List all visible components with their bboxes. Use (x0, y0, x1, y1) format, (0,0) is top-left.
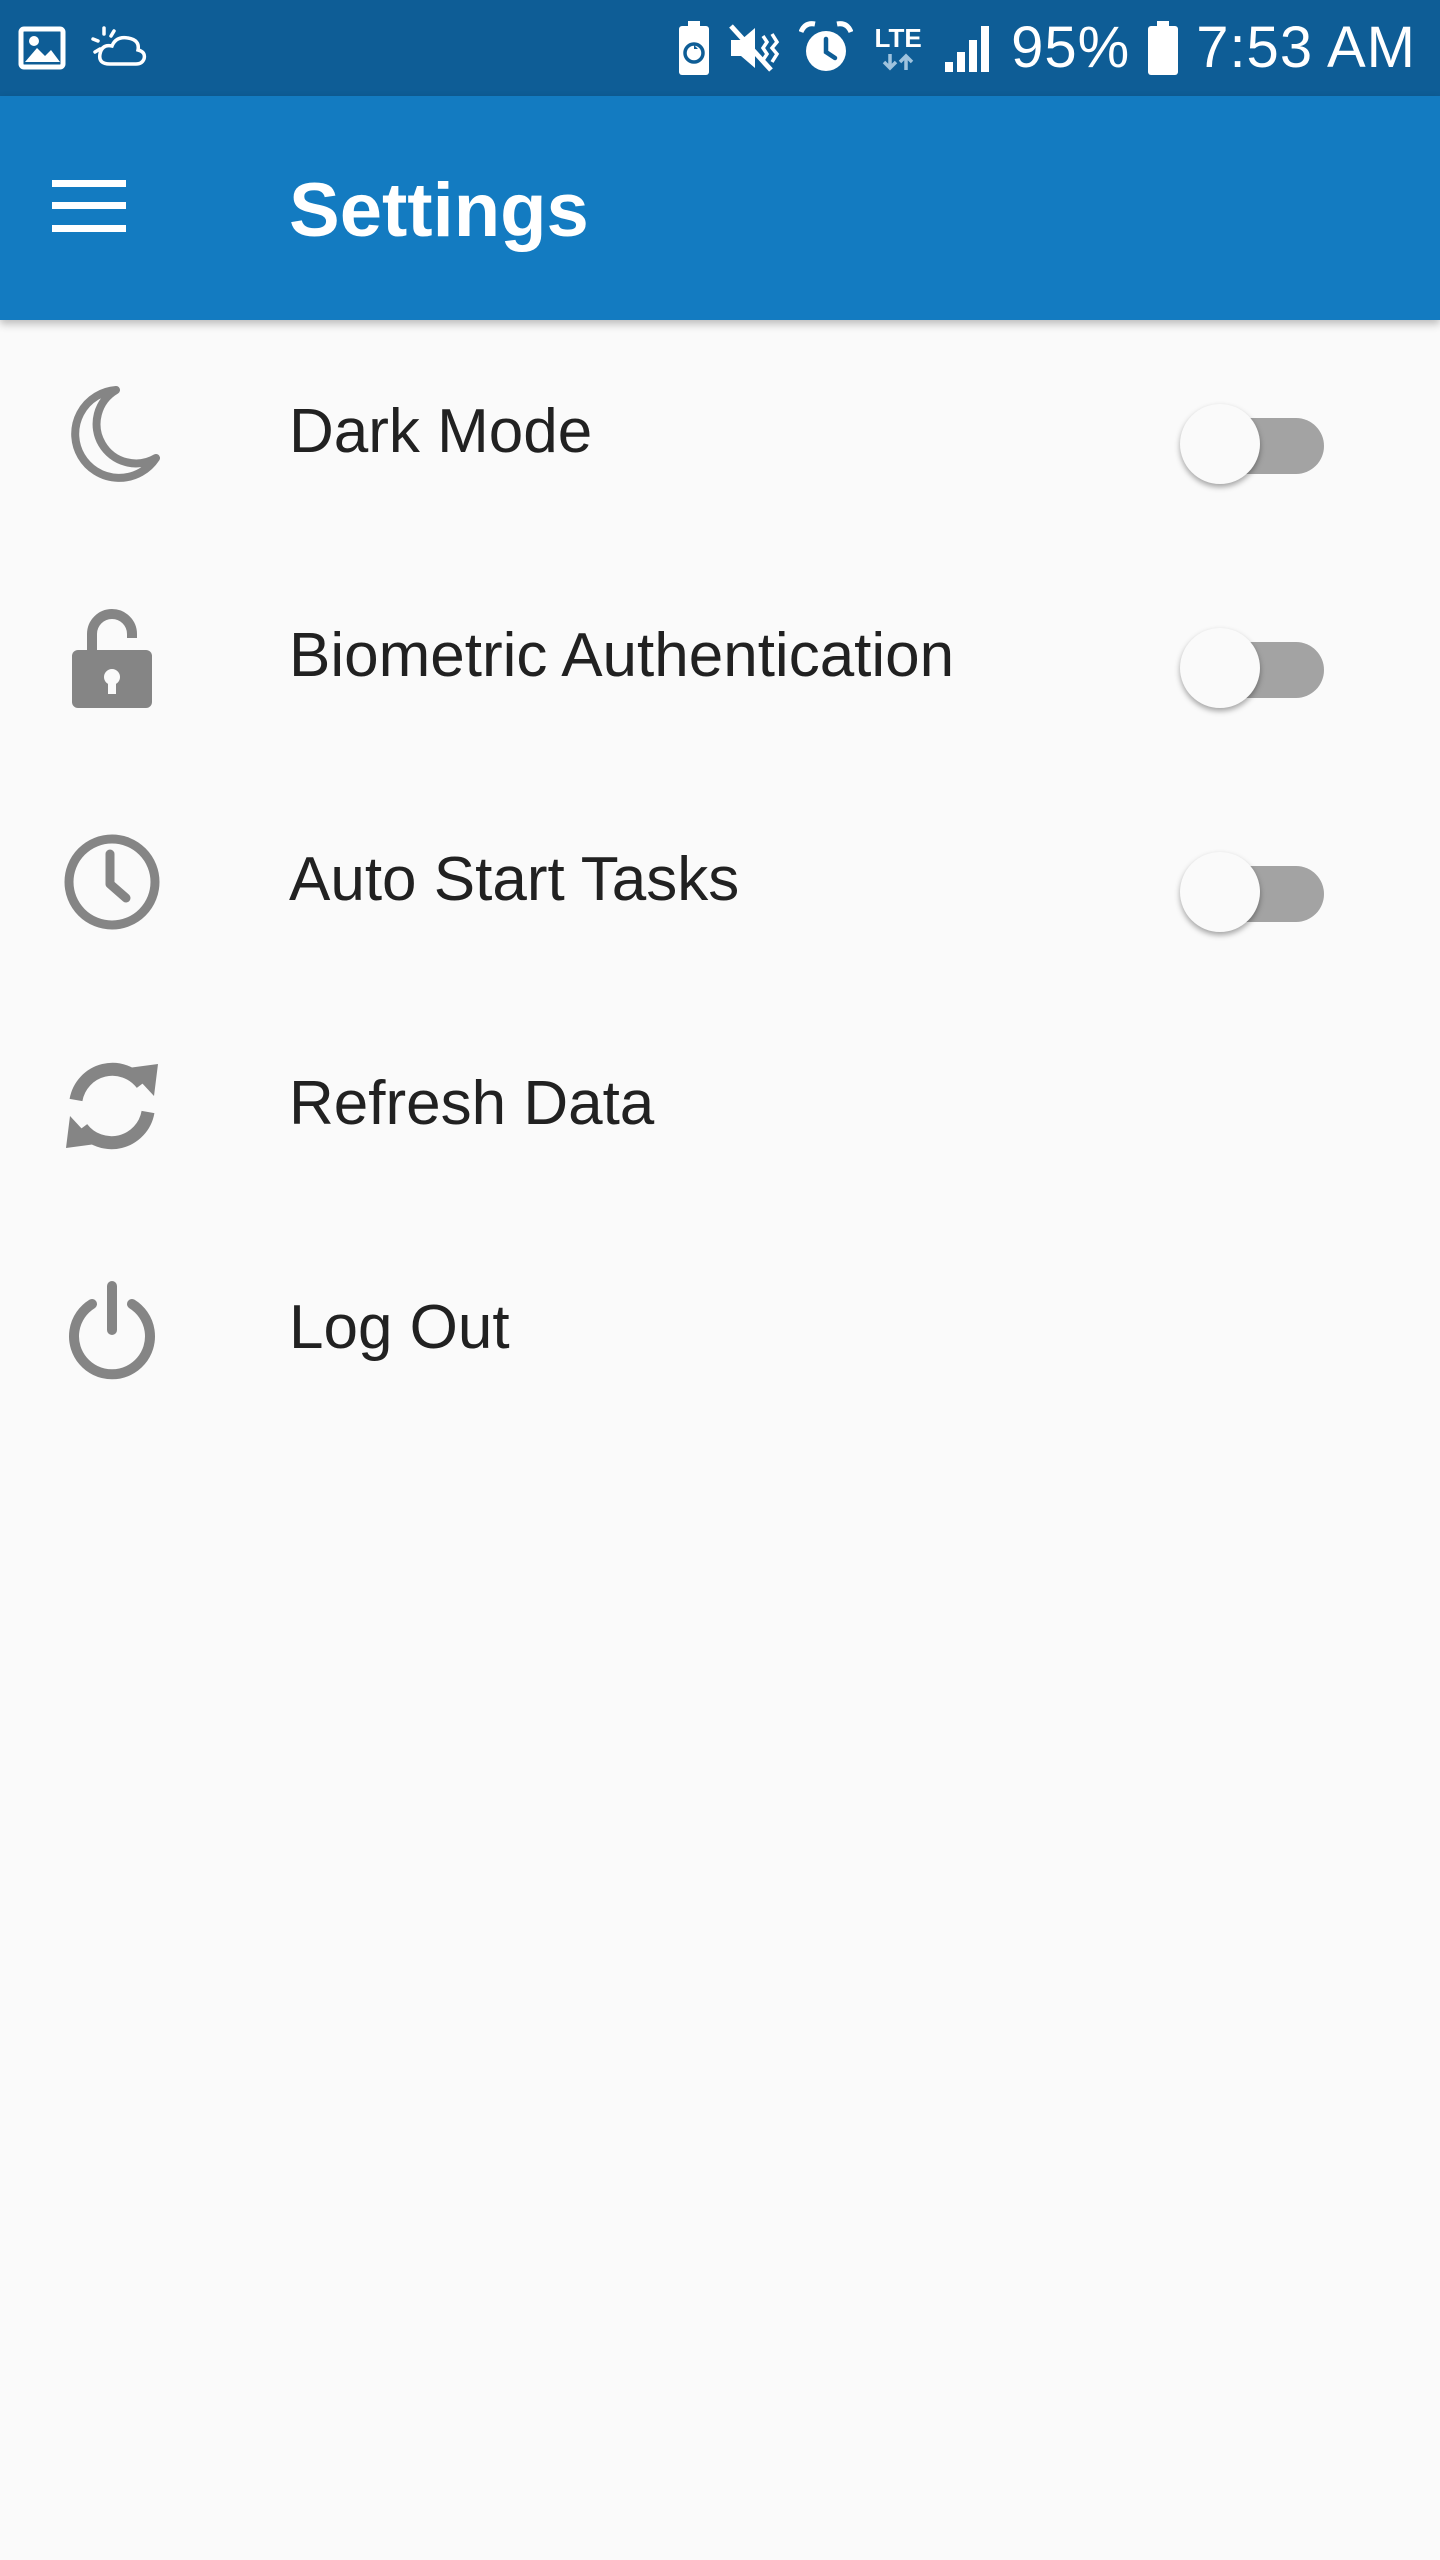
status-bar-left (18, 20, 148, 76)
page-title: Settings (289, 168, 589, 253)
clock-icon (60, 830, 164, 934)
auto-start-tasks-toggle[interactable] (1180, 848, 1328, 932)
battery-percent: 95% (1011, 15, 1131, 80)
toggle-thumb (1180, 404, 1260, 484)
status-bar-right: LTE 95% 7:53 AM (677, 14, 1416, 82)
menu-button[interactable] (52, 158, 172, 258)
toggle-thumb (1180, 852, 1260, 932)
status-time: 7:53 AM (1196, 15, 1416, 80)
setting-row-auto-start-tasks[interactable]: Auto Start Tasks (0, 768, 1440, 992)
setting-label-auto-start-tasks: Auto Start Tasks (289, 845, 740, 914)
app-bar: Settings (0, 96, 1440, 320)
unlock-icon (60, 606, 164, 710)
setting-label-biometric-authentication: Biometric Authentication (289, 621, 955, 690)
setting-label-dark-mode: Dark Mode (289, 397, 593, 466)
moon-icon (60, 382, 164, 486)
setting-row-refresh-data[interactable]: Refresh Data (0, 992, 1440, 1216)
dark-mode-toggle[interactable] (1180, 400, 1328, 484)
alarm-icon (799, 20, 854, 76)
setting-label-log-out: Log Out (289, 1293, 510, 1362)
refresh-icon (60, 1054, 164, 1158)
battery-icon (1146, 19, 1180, 77)
signal-icon (943, 22, 995, 74)
setting-row-log-out[interactable]: Log Out (0, 1216, 1440, 1440)
toggle-thumb (1180, 628, 1260, 708)
battery-saver-icon (677, 19, 711, 77)
biometric-authentication-toggle[interactable] (1180, 624, 1328, 708)
lte-icon: LTE (869, 18, 927, 78)
status-bar: LTE 95% 7:53 AM (0, 0, 1440, 96)
weather-cloud-icon (90, 26, 148, 70)
setting-row-dark-mode[interactable]: Dark Mode (0, 320, 1440, 544)
lte-label: LTE (874, 23, 922, 53)
image-icon (18, 26, 66, 70)
mute-icon (727, 20, 783, 76)
hamburger-menu-icon (52, 179, 126, 237)
settings-list: Dark Mode Biometric Authentication Auto … (0, 320, 1440, 1440)
power-icon (60, 1278, 164, 1382)
setting-row-biometric-authentication[interactable]: Biometric Authentication (0, 544, 1440, 768)
setting-label-refresh-data: Refresh Data (289, 1069, 655, 1138)
